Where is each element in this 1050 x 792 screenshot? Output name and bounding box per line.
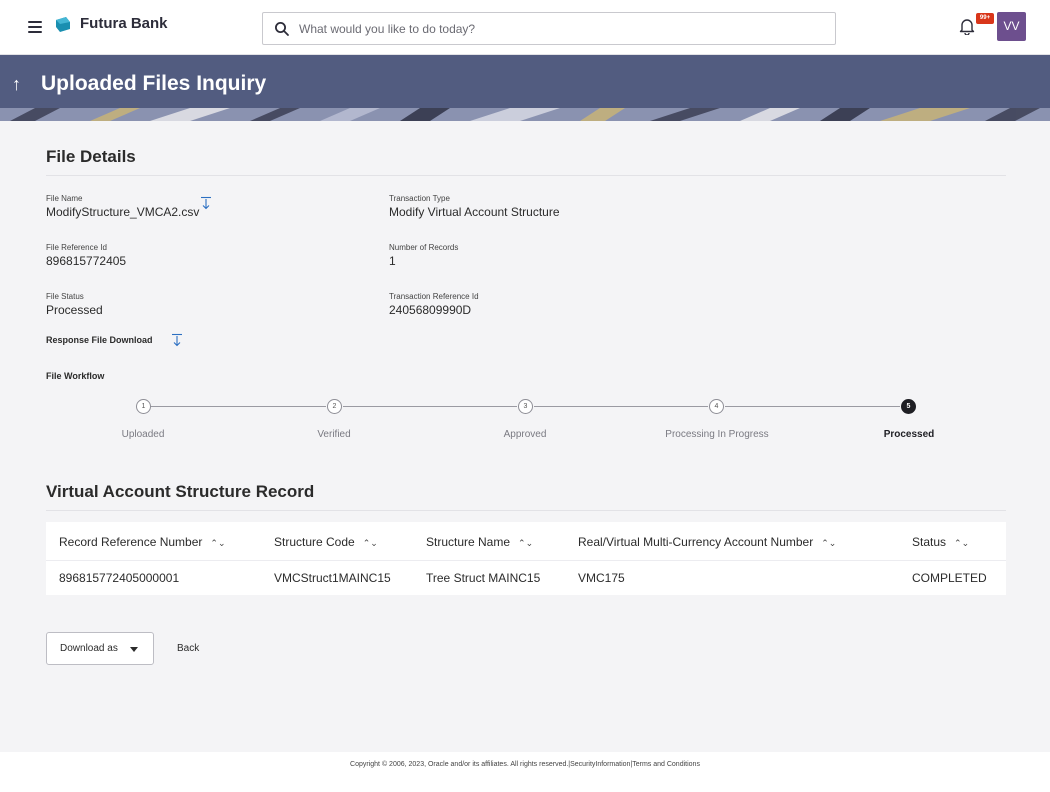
- workflow-step-marker: 3: [518, 399, 533, 414]
- page-banner: ↑ Uploaded Files Inquiry: [0, 55, 1050, 121]
- workflow-step-marker: 5: [901, 399, 916, 414]
- file-reference-value: 896815772405: [46, 254, 127, 268]
- table-cell: VMC175: [578, 571, 625, 585]
- caret-down-icon: [130, 647, 138, 652]
- file-reference-label: File Reference Id: [46, 243, 107, 252]
- table-header: Record Reference Number ⌃⌄ Structure Code…: [46, 522, 1006, 561]
- download-icon[interactable]: [171, 333, 183, 347]
- file-name-label: File Name: [46, 194, 83, 203]
- divider: [46, 175, 1006, 176]
- search-icon: [275, 22, 289, 36]
- user-avatar[interactable]: VV: [997, 12, 1026, 41]
- table-cell: 896815772405000001: [59, 571, 180, 585]
- banner-pattern: [0, 108, 1050, 121]
- divider: [46, 510, 1006, 511]
- records-table: Record Reference Number ⌃⌄ Structure Code…: [46, 522, 1006, 595]
- column-header[interactable]: Real/Virtual Multi-Currency Account Numb…: [578, 535, 836, 549]
- search-input[interactable]: [299, 17, 819, 40]
- file-status-label: File Status: [46, 292, 84, 301]
- file-workflow-label: File Workflow: [46, 371, 105, 381]
- footer-copyright: Copyright © 2006, 2023, Oracle and/or it…: [350, 761, 700, 768]
- top-bar: Futura Bank 99+ VV: [0, 0, 1050, 55]
- table-cell: VMCStruct1MAINC15: [274, 571, 391, 585]
- workflow-connector: [151, 406, 326, 407]
- transaction-reference-value: 24056809990D: [389, 303, 472, 317]
- transaction-type-label: Transaction Type: [389, 194, 450, 203]
- workflow-connector: [343, 406, 517, 407]
- transaction-reference-label: Transaction Reference Id: [389, 292, 479, 301]
- workflow-step-label: Approved: [503, 429, 547, 440]
- workflow-connector: [725, 406, 900, 407]
- download-icon[interactable]: [200, 196, 212, 210]
- column-header[interactable]: Status ⌃⌄: [912, 535, 969, 549]
- file-status-value: Processed: [46, 303, 103, 317]
- workflow-step-marker: 2: [327, 399, 342, 414]
- bell-icon[interactable]: [959, 17, 975, 35]
- workflow-step-label: Processed: [883, 429, 935, 440]
- transaction-type-value: Modify Virtual Account Structure: [389, 205, 560, 219]
- column-header[interactable]: Structure Name ⌃⌄: [426, 535, 533, 549]
- response-file-download-link[interactable]: Response File Download: [46, 335, 153, 345]
- workflow-step-label: Verified: [317, 429, 351, 440]
- table-row[interactable]: 896815772405000001 VMCStruct1MAINC15 Tre…: [46, 561, 1006, 595]
- number-of-records-label: Number of Records: [389, 243, 459, 252]
- workflow-step-label: Processing In Progress: [665, 429, 769, 440]
- table-cell: Tree Struct MAINC15: [426, 571, 541, 585]
- download-as-button[interactable]: Download as: [46, 632, 154, 665]
- back-arrow-icon[interactable]: ↑: [12, 74, 21, 95]
- column-header[interactable]: Structure Code ⌃⌄: [274, 535, 378, 549]
- workflow-connector: [534, 406, 708, 407]
- hamburger-icon[interactable]: [28, 21, 42, 33]
- workflow-step-label: Uploaded: [121, 429, 165, 440]
- notification-badge: 99+: [976, 13, 994, 24]
- back-button[interactable]: Back: [177, 643, 199, 654]
- workflow-step-marker: 4: [709, 399, 724, 414]
- workflow-step-marker: 1: [136, 399, 151, 414]
- page-title: Uploaded Files Inquiry: [41, 72, 267, 95]
- sort-icon[interactable]: ⌃⌄: [518, 538, 533, 549]
- footer: Copyright © 2006, 2023, Oracle and/or it…: [0, 752, 1050, 792]
- file-details-title: File Details: [46, 147, 136, 166]
- number-of-records-value: 1: [389, 254, 396, 268]
- search-box[interactable]: [262, 12, 836, 45]
- record-section-title: Virtual Account Structure Record: [46, 482, 315, 501]
- table-cell: COMPLETED: [912, 571, 987, 585]
- sort-icon[interactable]: ⌃⌄: [954, 538, 969, 549]
- sort-icon[interactable]: ⌃⌄: [821, 538, 836, 549]
- sort-icon[interactable]: ⌃⌄: [363, 538, 378, 549]
- futura-logo-icon: [56, 17, 70, 32]
- brand-name: Futura Bank: [80, 15, 168, 32]
- sort-icon[interactable]: ⌃⌄: [210, 538, 225, 549]
- file-name-value: ModifyStructure_VMCA2.csv: [46, 205, 200, 219]
- column-header[interactable]: Record Reference Number ⌃⌄: [59, 535, 226, 549]
